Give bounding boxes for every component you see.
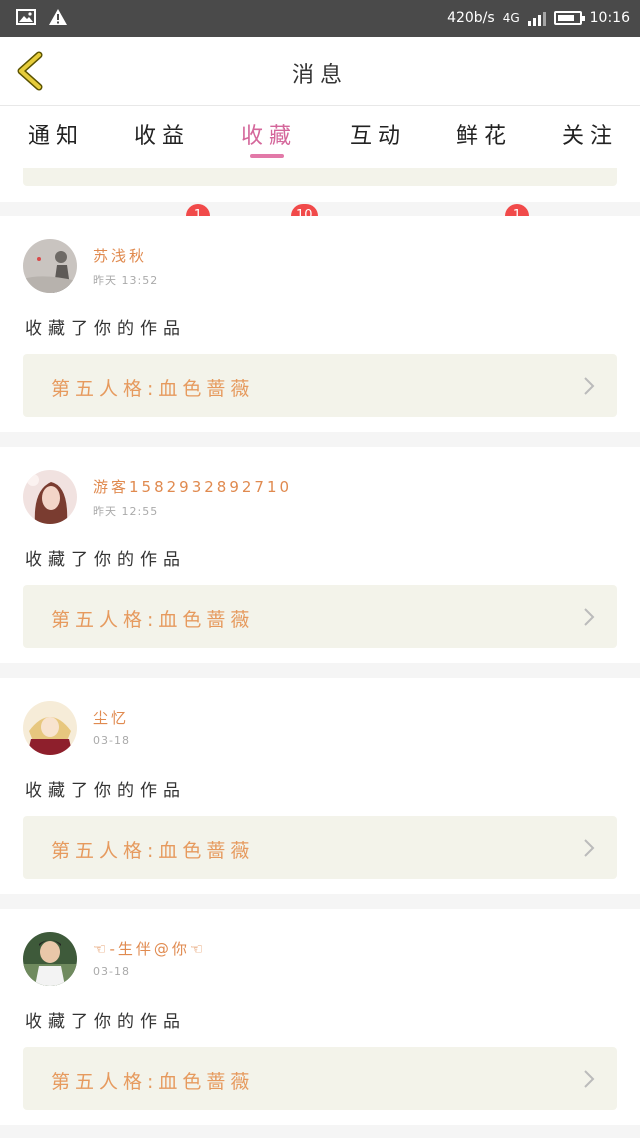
- timestamp: 03-18: [93, 734, 130, 747]
- list-item: 尘忆 03-18 收藏了你的作品 第五人格:血色蔷薇: [0, 678, 640, 894]
- avatar[interactable]: [23, 701, 77, 755]
- work-title: 第五人格:血色蔷薇: [51, 378, 255, 400]
- timestamp: 昨天 13:52: [93, 274, 159, 287]
- chevron-right-icon: [584, 1070, 595, 1088]
- work-title: 第五人格:血色蔷薇: [51, 1071, 255, 1093]
- active-tab-indicator: [250, 154, 284, 158]
- chevron-right-icon: [584, 608, 595, 626]
- battery-icon: [553, 11, 585, 25]
- avatar[interactable]: [23, 239, 77, 293]
- tab-favorites[interactable]: 收藏: [241, 118, 297, 150]
- tab-bar: 通知 收益 1 收藏 10 互动 鲜花 1 关注: [0, 106, 640, 228]
- network-speed: 420b/s: [447, 10, 495, 26]
- timestamp: 03-18: [93, 965, 130, 978]
- partial-card: [0, 168, 640, 202]
- action-text: 收藏了你的作品: [25, 1012, 186, 1032]
- tab-notifications[interactable]: 通知: [28, 118, 84, 150]
- tab-earnings[interactable]: 收益: [134, 118, 190, 150]
- tab-flowers[interactable]: 鲜花: [456, 118, 512, 150]
- chevron-right-icon: [584, 839, 595, 857]
- avatar[interactable]: [23, 932, 77, 986]
- signal-icon: [527, 10, 546, 26]
- action-text: 收藏了你的作品: [25, 781, 186, 801]
- nav-header: 消息: [0, 37, 640, 106]
- action-text: 收藏了你的作品: [25, 319, 186, 339]
- work-link[interactable]: 第五人格:血色蔷薇: [23, 585, 617, 648]
- chevron-right-icon: [584, 377, 595, 395]
- list-item: 游客1582932892710 昨天 12:55 收藏了你的作品 第五人格:血色…: [0, 447, 640, 663]
- status-bar: 420b/s 4G 10:16: [0, 0, 640, 37]
- work-link[interactable]: 第五人格:血色蔷薇: [23, 1047, 617, 1110]
- work-title: 第五人格:血色蔷薇: [51, 609, 255, 631]
- username[interactable]: 苏浅秋: [93, 245, 147, 266]
- username[interactable]: 尘忆: [93, 707, 129, 728]
- tab-interactions[interactable]: 互动: [350, 118, 406, 150]
- work-link[interactable]: 第五人格:血色蔷薇: [23, 816, 617, 879]
- action-text: 收藏了你的作品: [25, 550, 186, 570]
- partial-work-link[interactable]: [23, 168, 617, 186]
- tab-follows[interactable]: 关注: [562, 118, 618, 150]
- timestamp: 昨天 12:55: [93, 505, 159, 518]
- work-title: 第五人格:血色蔷薇: [51, 840, 255, 862]
- username[interactable]: ☜-生伴@你☜: [93, 938, 206, 959]
- warning-icon: [48, 8, 68, 30]
- clock: 10:16: [589, 10, 630, 26]
- image-icon: [16, 9, 36, 29]
- username[interactable]: 游客1582932892710: [93, 476, 292, 497]
- work-link[interactable]: 第五人格:血色蔷薇: [23, 354, 617, 417]
- list-item: ☜-生伴@你☜ 03-18 收藏了你的作品 第五人格:血色蔷薇: [0, 909, 640, 1125]
- avatar[interactable]: [23, 470, 77, 524]
- page-title: 消息: [291, 63, 348, 88]
- list-item: 苏浅秋 昨天 13:52 收藏了你的作品 第五人格:血色蔷薇: [0, 216, 640, 432]
- network-type: 4G: [502, 11, 520, 25]
